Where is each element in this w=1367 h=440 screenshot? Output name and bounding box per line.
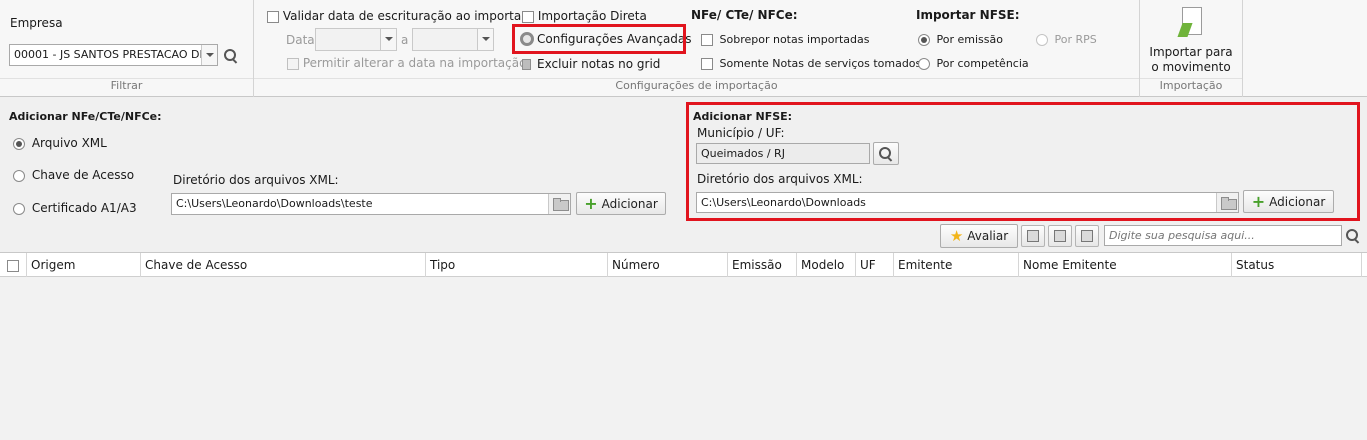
avaliar-button[interactable]: ★ Avaliar [940, 224, 1018, 248]
separator [1242, 0, 1243, 97]
col-chave-acesso[interactable]: Chave de Acesso [141, 253, 426, 277]
importacao-caption: Importação [1159, 79, 1223, 92]
empresa-search-icon[interactable] [222, 47, 240, 65]
select-all-checkbox[interactable] [0, 253, 27, 277]
grid-search-input[interactable] [1104, 225, 1342, 246]
arquivo-xml-radio[interactable]: Arquivo XML [13, 136, 107, 150]
permitir-alterar-label: Permitir alterar a data na importação [302, 56, 527, 70]
col-status[interactable]: Status [1232, 253, 1362, 277]
select-all-check-icon[interactable] [7, 259, 19, 272]
nfe-panel-title: Adicionar NFe/CTe/NFCe: [9, 110, 162, 123]
configuracoes-caption: Configurações de importação [615, 79, 778, 92]
columns-icon [1054, 230, 1066, 242]
columns-button[interactable] [1048, 225, 1072, 247]
nfe-adicionar-label: Adicionar [601, 196, 658, 211]
col-numero[interactable]: Número [608, 253, 728, 277]
nfse-options-title: Importar NFSE: [916, 8, 1020, 22]
validar-data-label: Validar data de escrituração ao importar [282, 9, 527, 23]
col-origem[interactable]: Origem [27, 253, 141, 277]
star-icon: ★ [949, 227, 964, 245]
sobrepor-check-icon[interactable] [701, 34, 713, 46]
empresa-value: 00001 - JS SANTOS PRESTACAO DE [14, 48, 207, 61]
filter-icon [1081, 230, 1093, 242]
highlight-nfse-panel [686, 102, 1360, 221]
filter-button[interactable] [1075, 225, 1099, 247]
sobrepor-label: Sobrepor notas importadas [719, 33, 870, 46]
data-label: Data [286, 33, 315, 47]
plus-icon: + [584, 193, 598, 213]
somente-servicos-checkbox[interactable]: Somente Notas de serviços tomados [701, 57, 921, 70]
certificado-label: Certificado A1/A3 [31, 201, 137, 215]
sobrepor-checkbox[interactable]: Sobrepor notas importadas [701, 33, 869, 46]
nfe-options-title: NFe/ CTe/ NFCe: [691, 8, 798, 22]
data-end-dropdown-icon[interactable] [477, 29, 493, 50]
chave-acesso-radio-icon[interactable] [13, 169, 25, 182]
importacao-direta-checkbox[interactable]: Importação Direta [522, 9, 647, 23]
nfe-adicionar-button[interactable]: + Adicionar [576, 192, 666, 215]
import-document-icon [1176, 7, 1204, 41]
importacao-direta-check-icon[interactable] [522, 10, 534, 23]
chave-acesso-label: Chave de Acesso [31, 168, 135, 182]
somente-servicos-check-icon[interactable] [701, 58, 713, 70]
col-emissao[interactable]: Emissão [728, 253, 797, 277]
excluir-notas-button[interactable]: Excluir notas no grid [522, 57, 660, 71]
importar-label-1: Importar para [1149, 45, 1233, 59]
col-tipo[interactable]: Tipo [426, 253, 608, 277]
empresa-select[interactable]: 00001 - JS SANTOS PRESTACAO DE [9, 44, 218, 66]
highlight-config-avancadas [512, 24, 686, 54]
data-start-dropdown-icon[interactable] [380, 29, 396, 50]
por-emissao-label: Por emissão [936, 33, 1003, 46]
certificado-radio[interactable]: Certificado A1/A3 [13, 201, 137, 215]
trash-icon [522, 58, 531, 70]
folder-icon[interactable] [548, 194, 570, 214]
por-emissao-radio-icon[interactable] [918, 34, 930, 46]
notes-grid: Origem Chave de Acesso Tipo Número Emiss… [0, 252, 1367, 440]
empresa-label: Empresa [10, 16, 63, 30]
col-emitente[interactable]: Emitente [894, 253, 1019, 277]
nfe-dir-value: C:\Users\Leonardo\Downloads\teste [176, 197, 373, 210]
validar-data-checkbox[interactable]: Validar data de escrituração ao importar [267, 9, 526, 23]
col-modelo[interactable]: Modelo [797, 253, 856, 277]
por-competencia-radio-icon[interactable] [918, 58, 930, 70]
por-competencia-radio[interactable]: Por competência [918, 57, 1029, 70]
filtrar-caption: Filtrar [110, 79, 143, 92]
por-emissao-radio[interactable]: Por emissão [918, 33, 1003, 46]
por-competencia-label: Por competência [936, 57, 1029, 70]
avaliar-label: Avaliar [967, 229, 1009, 243]
arquivo-xml-radio-icon[interactable] [13, 137, 25, 150]
ribbon: Empresa 00001 - JS SANTOS PRESTACAO DE F… [0, 0, 1367, 97]
nfe-dir-label: Diretório dos arquivos XML: [173, 173, 339, 187]
a-label: a [401, 33, 409, 47]
certificado-radio-icon[interactable] [13, 202, 25, 215]
col-nome-emitente[interactable]: Nome Emitente [1019, 253, 1232, 277]
permitir-alterar-check-icon[interactable] [287, 57, 299, 70]
col-uf[interactable]: UF [856, 253, 894, 277]
validar-data-check-icon[interactable] [267, 10, 279, 23]
chave-acesso-radio[interactable]: Chave de Acesso [13, 168, 134, 182]
grid-search-icon[interactable] [1344, 227, 1362, 245]
data-end-input[interactable] [412, 28, 494, 51]
por-rps-radio-icon[interactable] [1036, 34, 1048, 46]
grid-header: Origem Chave de Acesso Tipo Número Emiss… [0, 253, 1367, 277]
importar-label-2: o movimento [1151, 60, 1231, 74]
por-rps-label: Por RPS [1054, 33, 1097, 46]
excluir-notas-label: Excluir notas no grid [537, 57, 661, 71]
importacao-direta-label: Importação Direta [537, 9, 647, 23]
empresa-dropdown-icon[interactable] [201, 45, 217, 65]
somente-servicos-label: Somente Notas de serviços tomados [719, 57, 922, 70]
data-start-input[interactable] [315, 28, 397, 51]
layout-icon [1027, 230, 1039, 242]
nfe-dir-input[interactable]: C:\Users\Leonardo\Downloads\teste [171, 193, 571, 215]
layout-button[interactable] [1021, 225, 1045, 247]
permitir-alterar-checkbox[interactable]: Permitir alterar a data na importação [287, 56, 526, 70]
importar-movimento-button[interactable]: Importar para o movimento [1143, 5, 1239, 77]
por-rps-radio[interactable]: Por RPS [1036, 33, 1097, 46]
arquivo-xml-label: Arquivo XML [31, 136, 107, 150]
